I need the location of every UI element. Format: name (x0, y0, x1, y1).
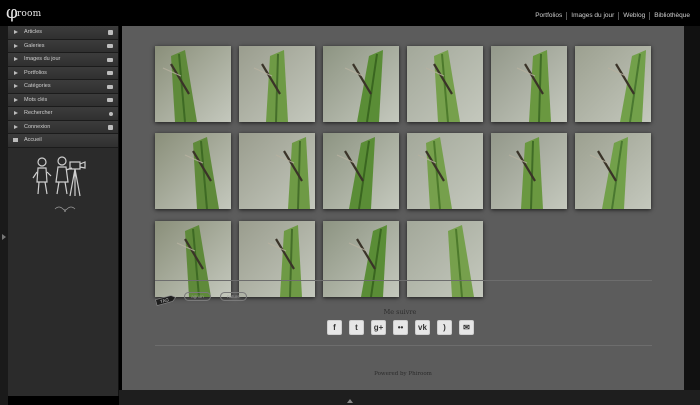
sidebar-item-images-du-jour[interactable]: Images du jour (8, 53, 118, 67)
social-glyph: •• (397, 322, 404, 332)
sidebar-item-label: Connexion (24, 123, 51, 130)
tag-icon: TAG (155, 295, 177, 306)
search-icon (109, 111, 113, 116)
photo-thumbnail[interactable] (407, 46, 483, 122)
photo-thumbnail[interactable] (491, 133, 567, 209)
follow-title: Me suivre (383, 308, 417, 316)
gallery-icon (107, 71, 113, 75)
tag-agrion[interactable]: agrion (184, 292, 211, 301)
sidebar-item-galeries[interactable]: Galeries (8, 39, 118, 53)
photo-thumbnail[interactable] (155, 133, 231, 209)
social-glyph: f (333, 322, 336, 332)
bottom-bar (119, 390, 700, 405)
expand-triangle-icon (14, 70, 18, 75)
expand-triangle-icon (14, 111, 18, 116)
photo-thumbnail[interactable] (575, 133, 651, 209)
tag-nature[interactable]: nature (220, 292, 247, 301)
social-glyph: t (355, 322, 358, 332)
photo-thumbnail[interactable] (239, 46, 315, 122)
email-icon[interactable]: ✉ (459, 320, 474, 335)
vk-icon[interactable]: vk (415, 320, 430, 335)
photo-thumbnail[interactable] (323, 46, 399, 122)
flickr-icon[interactable]: •• (393, 320, 408, 335)
gallery-icon (107, 57, 113, 62)
home-icon (13, 138, 18, 143)
sidebar-item-articles[interactable]: Articles (8, 26, 118, 40)
social-glyph: g+ (373, 322, 384, 332)
photo-thumbnail[interactable] (155, 221, 231, 297)
expand-triangle-icon (14, 30, 18, 35)
expand-triangle-icon (14, 84, 18, 89)
sidebar-item-categories[interactable]: Catégories (8, 80, 118, 94)
expand-arrow-icon[interactable] (2, 234, 6, 240)
sidebar-toggle-strip[interactable] (0, 26, 8, 405)
scroll-up-arrow-icon[interactable] (347, 399, 353, 403)
photo-thumbnail[interactable] (407, 221, 483, 297)
top-bar: φroom Portfolios Images du jour Weblog B… (0, 0, 700, 26)
social-glyph: ) (443, 322, 446, 332)
sidebar-item-label: Catégories (24, 83, 51, 90)
photo-thumbnail[interactable] (491, 46, 567, 122)
sidebar: Articles Galeries Images du jour Portfol… (8, 26, 119, 396)
photo-thumbnail[interactable] (323, 133, 399, 209)
photo-thumbnail[interactable] (407, 133, 483, 209)
social-glyph: vk (418, 322, 427, 332)
sidebar-item-label: Mots clés (24, 96, 48, 103)
divider (155, 345, 652, 346)
rss-icon[interactable]: ) (437, 320, 452, 335)
facebook-icon[interactable]: f (327, 320, 342, 335)
folder-icon (107, 84, 113, 89)
social-glyph: ✉ (463, 322, 470, 332)
gallery-icon (107, 44, 113, 48)
sidebar-item-mots-cles[interactable]: Mots clés (8, 93, 118, 107)
photo-thumbnail[interactable] (155, 46, 231, 122)
nav-weblog[interactable]: Weblog (618, 12, 649, 20)
photo-thumbnail[interactable] (323, 221, 399, 297)
sidebar-item-rechercher[interactable]: Rechercher (8, 107, 118, 121)
sidebar-item-accueil[interactable]: Accueil (8, 134, 118, 148)
photographers-illustration (32, 156, 86, 197)
logo-text: room (16, 9, 42, 19)
expand-triangle-icon (14, 57, 18, 62)
sidebar-item-portfolios[interactable]: Portfolios (8, 66, 118, 80)
nav-bibliotheque[interactable]: Bibliothèque (649, 12, 694, 20)
site-logo[interactable]: φroom (6, 3, 41, 22)
google-plus-icon[interactable]: g+ (371, 320, 386, 335)
sidebar-item-label: Galeries (24, 42, 45, 49)
tags-icon (107, 98, 113, 102)
nav-portfolios[interactable]: Portfolios (531, 12, 566, 20)
sidebar-item-label: Images du jour (24, 56, 61, 63)
sidebar-item-label: Accueil (24, 137, 42, 144)
photo-thumbnail[interactable] (575, 46, 651, 122)
document-icon (108, 30, 113, 35)
tag-icon-label: TAG (160, 297, 170, 304)
photo-thumbnail[interactable] (239, 133, 315, 209)
sidebar-item-connexion[interactable]: Connexion (8, 120, 118, 134)
nav-images-du-jour[interactable]: Images du jour (566, 12, 618, 20)
sidebar-item-label: Articles (24, 29, 43, 36)
divider (155, 280, 652, 281)
expand-triangle-icon (14, 43, 18, 48)
sidebar-item-label: Portfolios (24, 69, 47, 76)
ornament-divider-icon (54, 206, 76, 212)
top-nav: Portfolios Images du jour Weblog Bibliot… (531, 12, 694, 20)
login-icon (108, 124, 113, 130)
twitter-icon[interactable]: t (349, 320, 364, 335)
right-edge (684, 26, 700, 405)
expand-triangle-icon (14, 97, 18, 102)
sidebar-item-label: Rechercher (24, 110, 53, 117)
photo-thumbnail[interactable] (239, 221, 315, 297)
powered-by: Powered by Phiroom (374, 371, 432, 377)
expand-triangle-icon (14, 124, 18, 129)
